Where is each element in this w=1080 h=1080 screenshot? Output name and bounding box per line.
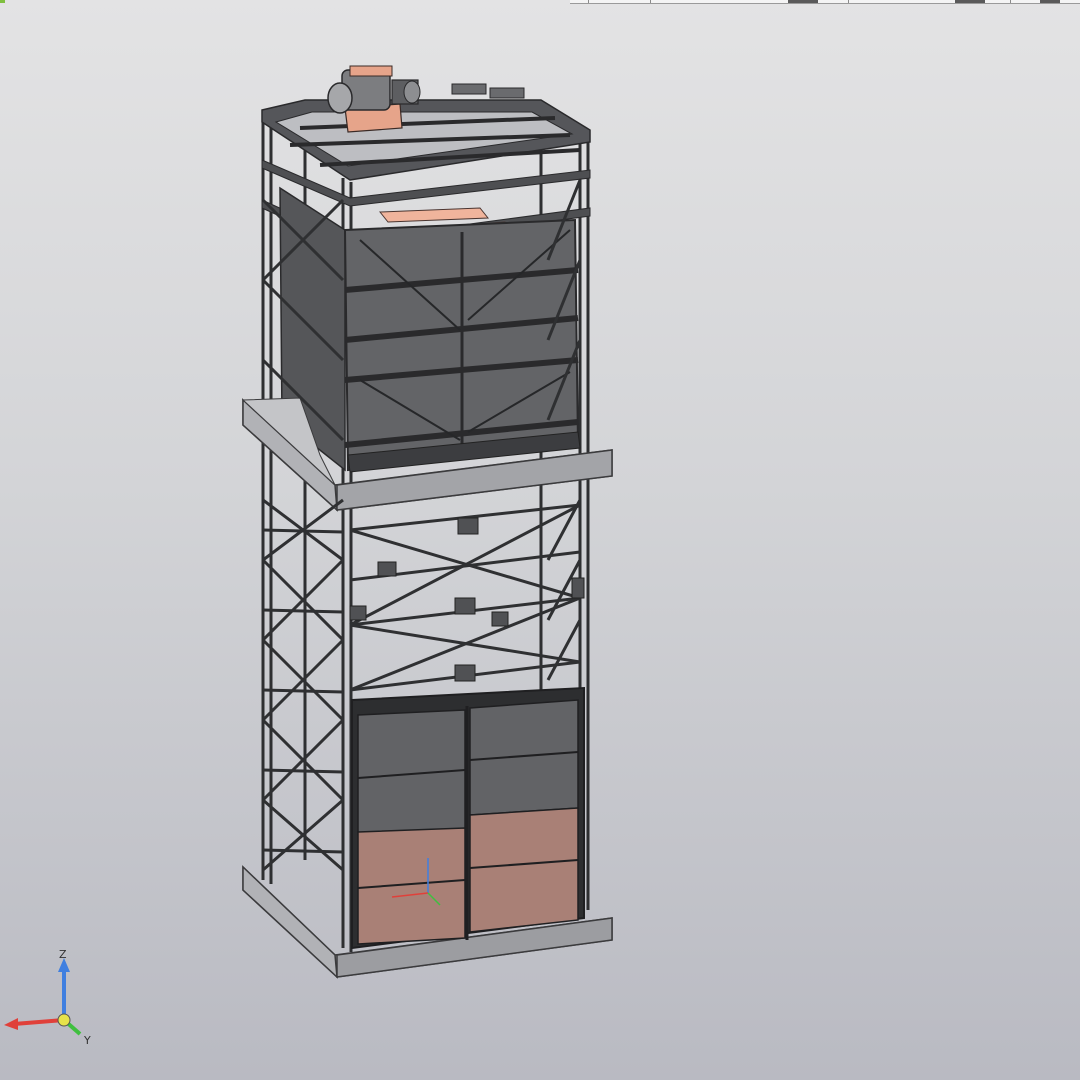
axis-triad[interactable]: Z Y xyxy=(4,948,91,1047)
landing-door[interactable] xyxy=(351,686,585,950)
elevator-cabin[interactable] xyxy=(279,186,581,473)
x-axis-line xyxy=(13,1018,65,1026)
3d-viewport[interactable]: Z Y xyxy=(0,0,1080,1080)
x-axis-arrowhead xyxy=(4,1018,18,1030)
elevator-model[interactable] xyxy=(241,65,613,979)
axis-origin xyxy=(57,1013,71,1027)
z-axis-label: Z xyxy=(59,948,67,961)
y-axis-label: Y xyxy=(83,1034,91,1047)
